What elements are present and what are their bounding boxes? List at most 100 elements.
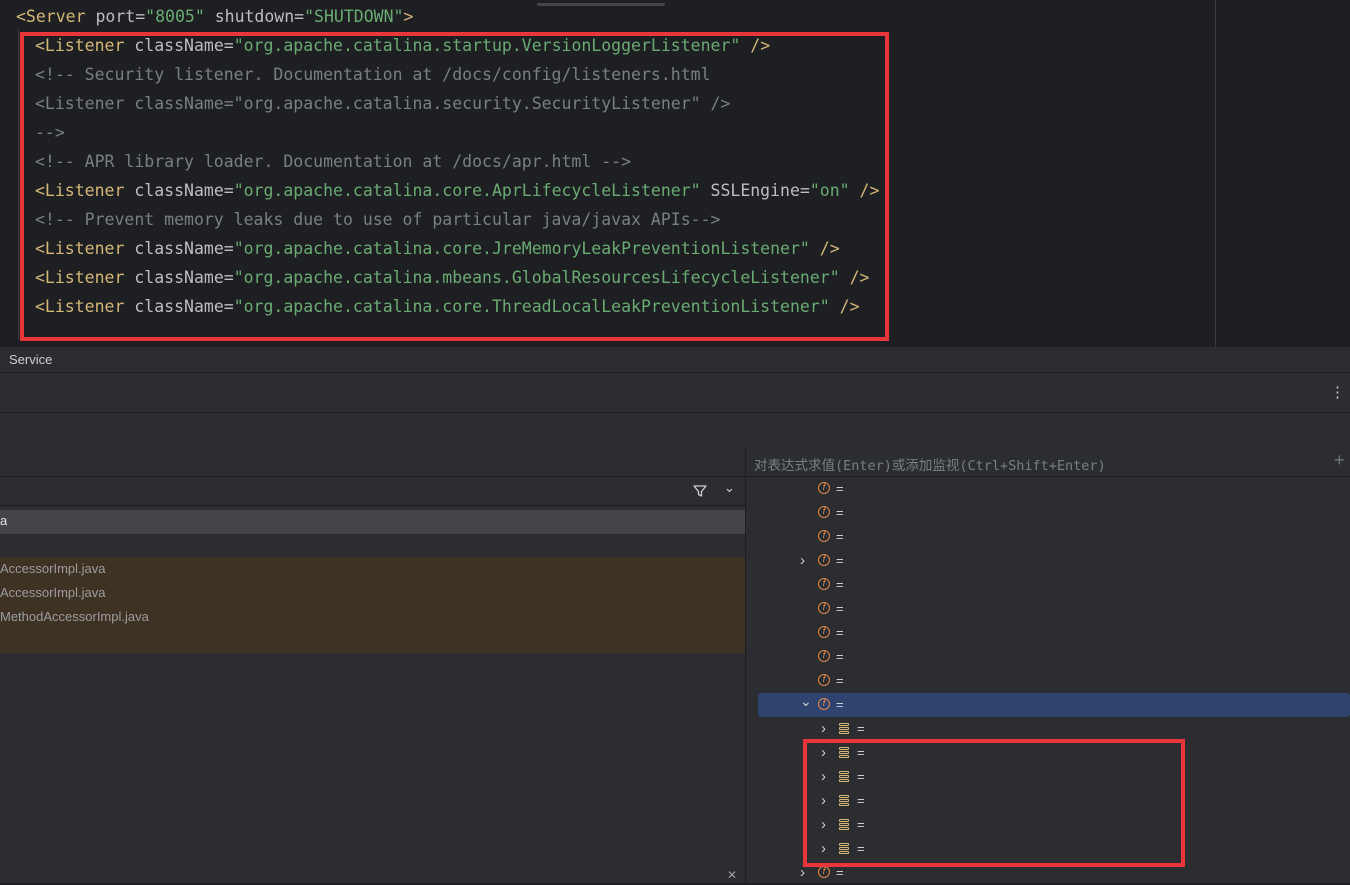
variable-row[interactable]: f = (746, 477, 1350, 501)
variable-text: = (836, 693, 844, 717)
list-element-row[interactable]: › = (746, 765, 1350, 789)
equals-sign: = (857, 721, 865, 736)
more-options-icon[interactable]: ⋮ (1330, 385, 1345, 400)
code-token: className= (134, 268, 234, 287)
code-editor[interactable]: <Server port="8005" shutdown="SHUTDOWN">… (0, 0, 1350, 347)
field-icon: f (818, 554, 830, 566)
code-token: "org.apache.catalina.core.ThreadLocalLea… (233, 297, 830, 316)
code-token: /> (829, 297, 860, 316)
expand-arrow-icon[interactable]: › (821, 813, 826, 837)
expand-arrow-icon[interactable]: › (821, 789, 826, 813)
code-token: <Listener (35, 181, 135, 200)
code-token: "org.apache.catalina.mbeans.GlobalResour… (233, 268, 840, 287)
code-line: <Listener className="org.apache.catalina… (35, 31, 770, 60)
filter-icon[interactable] (692, 483, 708, 499)
variables-panel: 对表达式求值(Enter)或添加监视(Ctrl+Shift+Enter) + f… (746, 448, 1350, 883)
horizontal-scrollbar[interactable] (537, 3, 665, 6)
array-element-icon (839, 747, 849, 759)
code-line: <!-- Prevent memory leaks due to use of … (35, 205, 720, 234)
field-icon: f (818, 698, 830, 710)
list-element-row[interactable]: › = (746, 717, 1350, 741)
code-line: <Listener className="org.apache.catalina… (35, 176, 879, 205)
code-token: className= (134, 181, 234, 200)
variable-row[interactable]: › f = (746, 549, 1350, 573)
variable-row-state[interactable]: › f = (746, 861, 1350, 885)
code-token: <Listener (35, 297, 135, 316)
frames-header: ⌄ (0, 476, 745, 506)
variable-row[interactable]: f = (746, 645, 1350, 669)
code-token: <Listener (35, 268, 135, 287)
variable-text: = (836, 549, 844, 573)
code-token: /> (849, 181, 880, 200)
array-element-icon (839, 771, 849, 783)
expand-arrow-icon[interactable]: › (800, 549, 805, 573)
array-element-icon (839, 795, 849, 807)
variable-row[interactable]: f = (746, 573, 1350, 597)
equals-sign: = (836, 625, 844, 640)
code-token: <Listener className="org.apache.catalina… (35, 94, 731, 113)
expand-arrow-icon[interactable]: › (821, 717, 826, 741)
variable-text: = (857, 837, 865, 861)
field-icon: f (818, 482, 830, 494)
field-icon: f (818, 866, 830, 878)
equals-sign: = (857, 817, 865, 832)
add-watch-icon[interactable]: + (1334, 450, 1345, 471)
equals-sign: = (836, 865, 844, 880)
code-token: /> (740, 36, 771, 55)
variable-text: = (836, 669, 844, 693)
code-token: "SHUTDOWN" (304, 7, 404, 26)
equals-sign: = (857, 769, 865, 784)
field-icon: f (818, 626, 830, 638)
expand-arrow-icon[interactable]: › (821, 765, 826, 789)
code-line: <Listener className="org.apache.catalina… (35, 292, 860, 321)
array-element-icon (839, 723, 849, 735)
code-line: <!-- Security listener. Documentation at… (35, 60, 711, 89)
indent-guide (18, 30, 19, 340)
variable-row[interactable]: f = (746, 525, 1350, 549)
list-element-row[interactable]: › = (746, 741, 1350, 765)
list-element-row[interactable]: › = (746, 789, 1350, 813)
selected-frame-label: a (0, 513, 8, 528)
evaluate-expression-field[interactable]: 对表达式求值(Enter)或添加监视(Ctrl+Shift+Enter) + (746, 448, 1350, 477)
code-line: <!-- APR library loader. Documentation a… (35, 147, 631, 176)
field-icon: f (818, 578, 830, 590)
variable-row-lifecycle-listeners[interactable]: ⌄ f = (758, 693, 1350, 717)
code-token: "org.apache.catalina.startup.VersionLogg… (233, 36, 741, 55)
variable-text: = (836, 621, 844, 645)
expand-arrow-icon[interactable]: › (821, 741, 826, 765)
service-tab-bar: Service (0, 347, 1350, 372)
code-token: <Server (16, 7, 96, 26)
expanded-arrow-icon[interactable]: ⌄ (800, 689, 812, 713)
tab-service[interactable]: Service (9, 352, 52, 367)
frame-item[interactable]: AccessorImpl.java (0, 561, 105, 576)
list-element-row[interactable]: › = (746, 813, 1350, 837)
code-token: <!-- Prevent memory leaks due to use of … (35, 210, 721, 229)
equals-sign: = (857, 793, 865, 808)
frames-panel: ⌄ a AccessorImpl.java AccessorImpl.java … (0, 448, 746, 883)
field-icon: f (818, 506, 830, 518)
variable-text: = (836, 861, 844, 885)
variable-row[interactable]: f = (746, 621, 1350, 645)
list-element-row[interactable]: › = (746, 837, 1350, 861)
variable-row[interactable]: f = (746, 669, 1350, 693)
expand-arrow-icon[interactable]: › (821, 837, 826, 861)
close-icon[interactable]: ✕ (727, 868, 737, 882)
evaluate-placeholder: 对表达式求值(Enter)或添加监视(Ctrl+Shift+Enter) (754, 458, 1106, 474)
equals-sign: = (836, 649, 844, 664)
frame-item[interactable]: AccessorImpl.java (0, 585, 105, 600)
variable-text: = (857, 813, 865, 837)
frame-item[interactable]: MethodAccessorImpl.java (0, 609, 149, 624)
selected-frame[interactable]: a (0, 510, 745, 534)
variable-text: = (857, 789, 865, 813)
field-icon: f (818, 650, 830, 662)
chevron-down-icon[interactable]: ⌄ (724, 480, 735, 496)
equals-sign: = (836, 529, 844, 544)
code-token: className= (134, 36, 234, 55)
code-line: --> (35, 118, 65, 147)
code-token: /> (839, 268, 870, 287)
expand-arrow-icon[interactable]: › (800, 861, 805, 885)
variable-row[interactable]: f = (746, 597, 1350, 621)
code-token: <Listener (35, 239, 135, 258)
variable-row[interactable]: f = (746, 501, 1350, 525)
code-token: /> (809, 239, 840, 258)
